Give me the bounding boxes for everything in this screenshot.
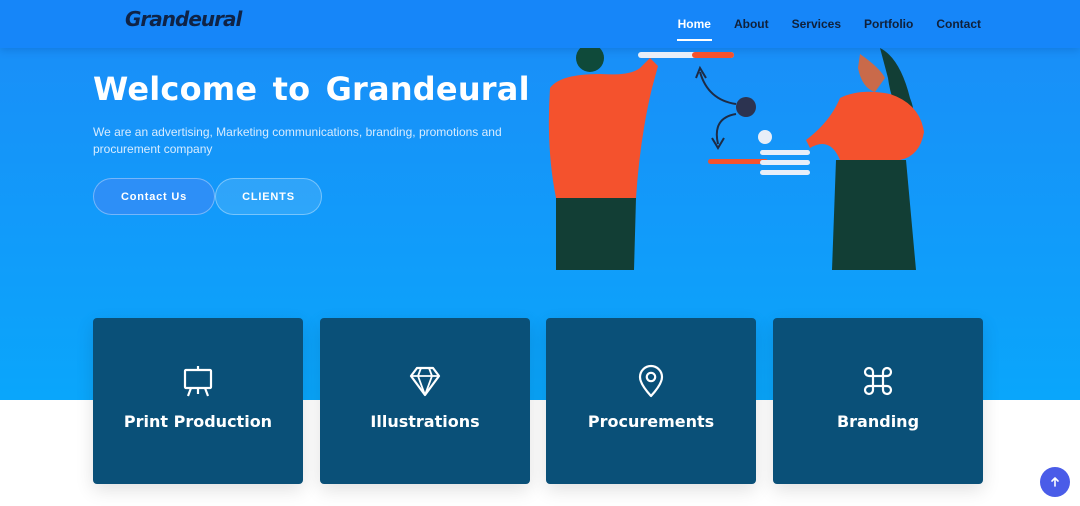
arrow-up-icon [1051,477,1059,487]
map-pin-icon [638,364,664,398]
right-person-figure [806,48,924,270]
diamond-icon [409,366,441,397]
service-card-illustrations[interactable]: Illustrations [320,318,530,484]
contact-us-button[interactable]: Contact Us [93,178,215,215]
service-card-procurements[interactable]: Procurements [546,318,756,484]
service-label: Procurements [587,412,715,431]
center-diagram [695,65,810,175]
service-label: Illustrations [370,412,480,431]
hero-title: Welcome to Grandeural [93,70,530,108]
clients-button[interactable]: CLIENTS [215,178,322,215]
main-nav: Home About Services Portfolio Contact [676,17,981,41]
nav-portfolio[interactable]: Portfolio [864,17,913,37]
easel-icon [183,366,213,397]
service-label: Print Production [123,412,273,431]
nav-contact[interactable]: Contact [936,17,981,37]
nav-services[interactable]: Services [792,17,841,37]
service-card-print-production[interactable]: Print Production [93,318,303,484]
scroll-to-top-button[interactable] [1040,467,1070,497]
nav-home[interactable]: Home [676,17,713,41]
hero-illustration [548,48,924,270]
service-label: Branding [836,412,920,431]
service-card-branding[interactable]: Branding [773,318,983,484]
left-person-figure [548,48,734,270]
command-icon [863,366,893,396]
navbar: Grandeural Home About Services Portfolio… [0,0,1080,48]
hero-subtitle: We are an advertising, Marketing communi… [93,125,502,156]
site-logo[interactable]: Grandeural [125,7,242,31]
nav-about[interactable]: About [734,17,769,37]
